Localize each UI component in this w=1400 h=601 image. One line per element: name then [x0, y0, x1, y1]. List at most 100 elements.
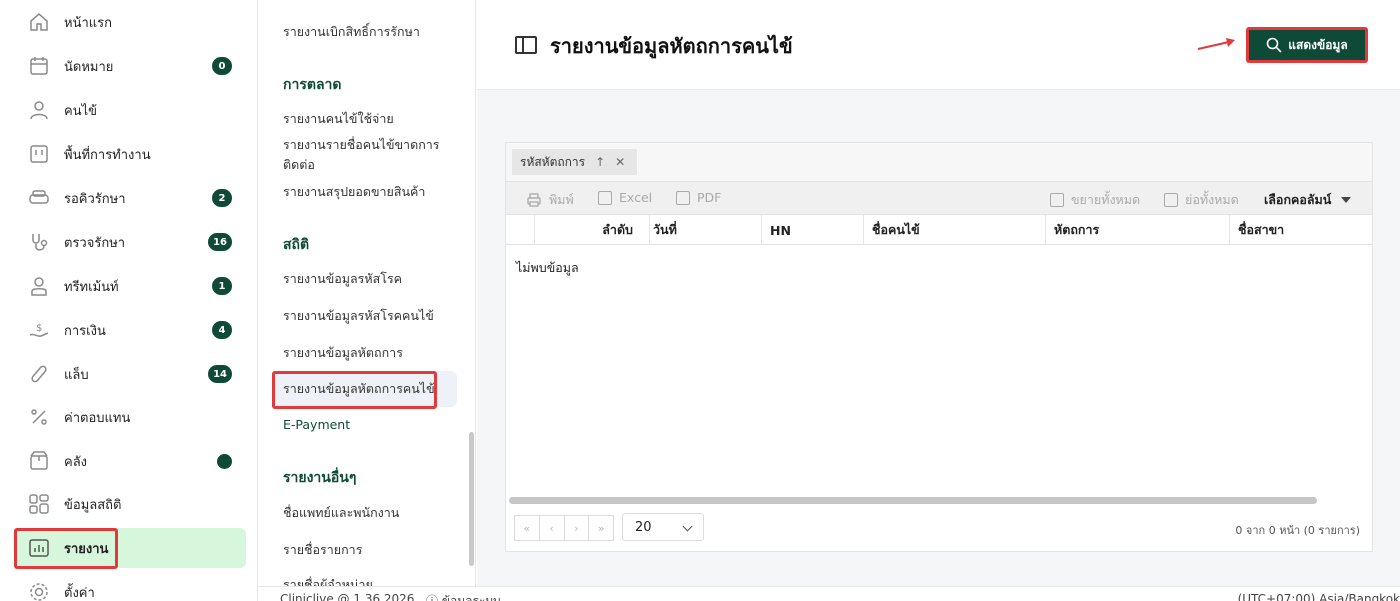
submenu-item[interactable]: รายงานข้อมูลรหัสโรค	[283, 269, 458, 289]
sidebar-item-label: ทรีทเม้นท์	[64, 279, 119, 295]
sidebar-item-label: แล็บ	[64, 367, 89, 383]
table-header: ลำดับ วันที่ HN ชื่อคนไข้ หัตถการ ชื่อสา…	[506, 215, 1372, 245]
sidebar-item-statistics[interactable]: ข้อมูลสถิติ	[14, 484, 246, 524]
horizontal-scrollbar[interactable]	[509, 497, 1317, 504]
sidebar-item-label: รอคิวรักษา	[64, 191, 126, 207]
empty-message: ไม่พบข้อมูล	[516, 260, 579, 275]
sidebar-toggle-icon[interactable]	[515, 36, 537, 54]
caret-down-icon	[1341, 197, 1352, 203]
page-title: รายงานข้อมูลหัตถการคนไข้	[550, 34, 793, 58]
submenu-item[interactable]: ชื่อแพทย์และพนักงาน	[283, 503, 458, 523]
sidebar-item-workspace[interactable]: พื้นที่การทำงาน	[14, 134, 246, 174]
app-root: หน้าแรก นัดหมาย 0 คนไข้ พื้นที่การทำงาน	[0, 0, 1400, 601]
sidebar-item-label: พื้นที่การทำงาน	[64, 147, 151, 163]
system-info-link[interactable]: ⓘ ข้อมูลระบบ	[426, 592, 501, 601]
submenu-item[interactable]: รายชื่อรายการ	[283, 540, 458, 560]
print-button[interactable]: พิมพ์	[526, 190, 574, 210]
box-icon	[26, 448, 52, 474]
submenu-item[interactable]: รายงานสรุปยอดขายสินค้า	[283, 182, 458, 202]
main-content: รายงานข้อมูลหัตถการคนไข้ แสดงข้อมูล รหัส…	[477, 0, 1400, 601]
sidebar-item-label: คลัง	[64, 454, 88, 470]
column-header-procedure[interactable]: หัตถการ	[1045, 215, 1229, 245]
submenu-scrollbar[interactable]	[469, 432, 474, 566]
close-icon[interactable]: ✕	[615, 155, 625, 169]
group-chip-label: รหัสหัตถการ	[520, 154, 586, 169]
count-badge: 16	[208, 233, 232, 251]
sidebar-item-queue[interactable]: รอคิวรักษา 2	[14, 178, 246, 218]
report-submenu: รายงานเบิกสิทธิ์การรักษา การตลาด รายงานค…	[258, 0, 476, 601]
submenu-item[interactable]: รายงานคนไข้ใช้จ่าย	[283, 109, 458, 129]
count-badge: 14	[208, 365, 232, 383]
sidebar-item-label: หน้าแรก	[64, 15, 112, 31]
expand-all-button[interactable]: ขยายทั้งหมด	[1050, 190, 1140, 210]
sidebar-item-treatment[interactable]: ทรีทเม้นท์ 1	[14, 266, 246, 306]
last-page-button[interactable]: »	[589, 516, 613, 540]
sidebar-item-label: นัดหมาย	[64, 59, 114, 75]
sidebar-item-settings[interactable]: ตั้งค่า	[14, 572, 246, 601]
count-badge: 0	[212, 57, 232, 75]
export-pdf-button[interactable]: PDF	[676, 190, 721, 205]
lab-tube-icon	[26, 361, 52, 387]
sort-up-icon[interactable]: ↑	[595, 155, 605, 169]
gear-icon	[26, 579, 52, 601]
column-header-date[interactable]: วันที่	[649, 215, 761, 245]
submenu-section-other: รายงานอื่นๆ	[283, 470, 357, 486]
column-chooser-button[interactable]: เลือกคอลัมน์	[1264, 190, 1352, 210]
grid-toolbar: พิมพ์ Excel PDF ขยายทั้งหมด ย่อทั้งหมด เ…	[506, 181, 1372, 215]
sidebar-item-finance[interactable]: $ การเงิน 4	[14, 310, 246, 350]
pager-nav: « ‹ › »	[514, 515, 614, 541]
treatment-icon	[26, 273, 52, 299]
sidebar-item-home[interactable]: หน้าแรก	[14, 2, 246, 42]
submenu-item[interactable]: E-Payment	[283, 415, 458, 435]
pager: « ‹ › » 20 0 จาก 0 หน้า (0 รายการ)	[506, 505, 1372, 551]
submenu-item[interactable]: รายงานเบิกสิทธิ์การรักษา	[283, 22, 458, 42]
sidebar-item-label: ตรวจรักษา	[64, 235, 126, 251]
sidebar-item-label: การเงิน	[64, 323, 106, 339]
sidebar-item-inventory[interactable]: คลัง	[14, 441, 246, 481]
next-page-button[interactable]: ›	[565, 516, 590, 540]
page-size-select[interactable]: 20	[622, 513, 704, 541]
column-header-branch[interactable]: ชื่อสาขา	[1229, 215, 1364, 245]
sidebar-item-label: ข้อมูลสถิติ	[64, 497, 122, 513]
workspace-icon	[26, 141, 52, 167]
sidebar-item-appointments[interactable]: นัดหมาย 0	[14, 46, 246, 86]
percent-icon	[26, 404, 52, 430]
sidebar-item-label: ตั้งค่า	[64, 585, 95, 601]
sidebar-item-patients[interactable]: คนไข้	[14, 90, 246, 130]
chevron-down-icon	[682, 521, 693, 532]
submenu-section-marketing: การตลาด	[283, 77, 342, 93]
submenu-item[interactable]: รายงานข้อมูลรหัสโรคคนไข้	[283, 306, 458, 326]
submenu-item[interactable]: รายงานข้อมูลหัตถการ	[283, 343, 458, 363]
column-header-hn[interactable]: HN	[761, 215, 863, 245]
collapse-all-button[interactable]: ย่อทั้งหมด	[1164, 190, 1239, 210]
sidebar-item-examination[interactable]: ตรวจรักษา 16	[14, 222, 246, 262]
pdf-icon	[676, 190, 690, 205]
sidebar-item-label: ค่าตอบแทน	[64, 410, 131, 426]
home-icon	[26, 9, 52, 35]
excel-icon	[598, 190, 612, 205]
version-text: Cliniclive @ 1.36.2026	[280, 592, 415, 601]
column-header-patient-name[interactable]: ชื่อคนไข้	[863, 215, 1045, 245]
submenu-item[interactable]: รายงานรายชื่อคนไข้ขาดการติดต่อ	[283, 135, 458, 175]
export-excel-button[interactable]: Excel	[598, 190, 652, 205]
count-badge: 1	[212, 277, 232, 295]
submenu-section-stats: สถิติ	[283, 237, 310, 253]
count-badge: 2	[212, 189, 232, 207]
calendar-icon	[26, 53, 52, 79]
prev-page-button[interactable]: ‹	[540, 516, 565, 540]
first-page-button[interactable]: «	[515, 516, 540, 540]
timezone-text: (UTC+07:00) Asia/Bangkok	[1237, 592, 1400, 601]
highlight-box	[272, 371, 437, 409]
pager-info: 0 จาก 0 หน้า (0 รายการ)	[1235, 524, 1360, 537]
group-chip[interactable]: รหัสหัตถการ ↑ ✕	[512, 149, 638, 175]
show-data-button[interactable]: แสดงข้อมูล	[1246, 27, 1368, 63]
sidebar-item-lab[interactable]: แล็บ 14	[14, 354, 246, 394]
sidebar-item-compensation[interactable]: ค่าตอบแทน	[14, 397, 246, 437]
annotation-arrow-icon	[1197, 38, 1235, 50]
page-header: รายงานข้อมูลหัตถการคนไข้ แสดงข้อมูล	[477, 0, 1400, 90]
sidebar: หน้าแรก นัดหมาย 0 คนไข้ พื้นที่การทำงาน	[0, 0, 258, 601]
column-header-order[interactable]: ลำดับ	[534, 215, 649, 245]
collapse-icon	[1164, 193, 1178, 207]
report-grid: รหัสหัตถการ ↑ ✕ พิมพ์ Excel PDF ขยายทั้ง…	[505, 142, 1373, 552]
queue-icon	[26, 185, 52, 211]
